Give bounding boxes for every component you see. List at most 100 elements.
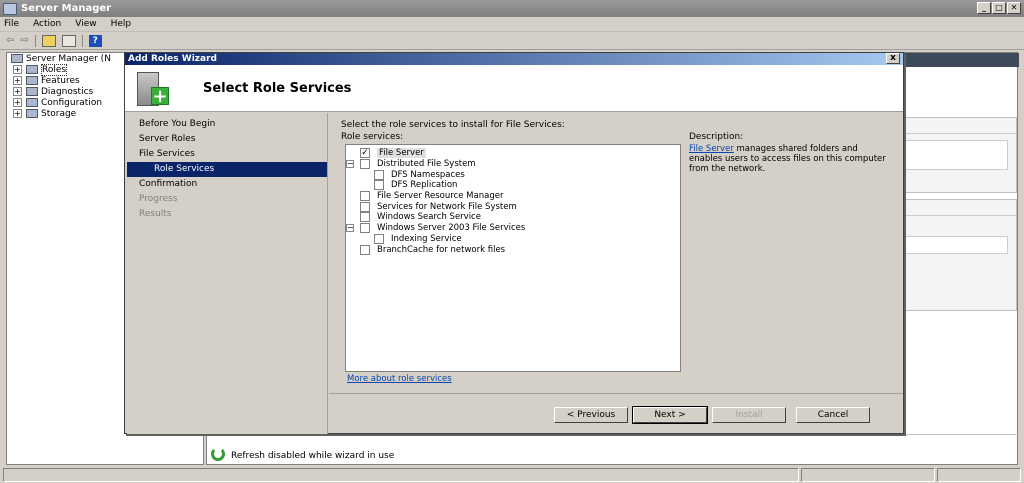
maximize-button[interactable]: □: [992, 2, 1006, 14]
description-text: File Server manages shared folders and e…: [689, 144, 889, 174]
status-bar: [0, 467, 1024, 483]
wizard-button-bar: < Previous Next > Install Cancel: [329, 393, 903, 433]
role-service-label: File Server Resource Manager: [377, 191, 504, 202]
role-service-indexing[interactable]: Indexing Service: [346, 233, 680, 245]
diagnostics-icon: [26, 87, 38, 96]
window-controls: _ □ ✕: [977, 2, 1021, 14]
expand-icon[interactable]: +: [13, 76, 22, 85]
role-service-label: Distributed File System: [377, 159, 476, 170]
toolbar-separator: [81, 34, 83, 47]
more-about-role-services-link[interactable]: More about role services: [347, 374, 452, 384]
wizard-close-button[interactable]: x: [886, 53, 900, 64]
wizard-titlebar: Add Roles Wizard x: [125, 53, 903, 65]
role-services-list: ✓ File Server − Distributed File System …: [345, 144, 681, 372]
wizard-header: + Select Role Services: [125, 65, 903, 112]
tree-root-label: Server Manager (N: [26, 53, 111, 64]
next-button[interactable]: Next >: [632, 406, 708, 424]
role-service-dfs-replication[interactable]: DFS Replication: [346, 180, 680, 191]
menu-help[interactable]: Help: [111, 19, 132, 29]
checkbox[interactable]: [360, 244, 370, 255]
role-service-label: File Server: [377, 148, 426, 159]
toolbar: ⇦ ⇨ ?: [0, 32, 1024, 50]
checkbox[interactable]: [360, 159, 370, 170]
checkbox[interactable]: [360, 201, 370, 212]
tree-item-label: Diagnostics: [41, 86, 94, 97]
wizard-content: Select the role services to install for …: [329, 113, 903, 393]
expand-icon[interactable]: +: [13, 98, 22, 107]
role-service-fsrm[interactable]: File Server Resource Manager: [346, 191, 680, 202]
server-manager-icon: [3, 2, 17, 15]
roles-icon: [26, 65, 38, 74]
expand-icon[interactable]: +: [13, 65, 22, 74]
role-service-label: Windows Search Service: [377, 212, 481, 223]
description-link[interactable]: File Server: [689, 144, 734, 154]
collapse-icon[interactable]: −: [346, 224, 354, 233]
checkbox[interactable]: [360, 191, 370, 202]
details-section-body: [904, 236, 1008, 254]
role-service-dfs[interactable]: − Distributed File System: [346, 159, 680, 170]
role-service-branchcache[interactable]: BranchCache for network files: [346, 244, 680, 255]
role-service-windows-search[interactable]: Windows Search Service: [346, 212, 680, 223]
server-icon: [11, 54, 23, 63]
menu-action[interactable]: Action: [33, 19, 61, 29]
instruction-text: Select the role services to install for …: [341, 120, 565, 130]
menu-view[interactable]: View: [75, 19, 96, 29]
minimize-button[interactable]: _: [977, 2, 991, 14]
window-titlebar: Server Manager _ □ ✕: [0, 0, 1024, 17]
step-before-you-begin[interactable]: Before You Begin: [127, 117, 327, 132]
checkbox[interactable]: [374, 233, 384, 244]
details-section-header: [900, 200, 1016, 216]
role-service-file-server[interactable]: ✓ File Server: [346, 148, 680, 159]
checkbox[interactable]: [374, 180, 384, 191]
details-header: [897, 53, 1019, 67]
menu-file[interactable]: File: [4, 19, 19, 29]
role-services-label: Role services:: [341, 132, 404, 142]
step-role-services[interactable]: Role Services: [127, 162, 327, 177]
close-button[interactable]: ✕: [1007, 2, 1021, 14]
role-service-label: DFS Namespaces: [391, 169, 465, 180]
tree-item-label: Storage: [41, 108, 77, 119]
up-folder-icon[interactable]: [41, 34, 56, 47]
role-service-ws2003-file-services[interactable]: − Windows Server 2003 File Services: [346, 223, 680, 234]
role-service-label: BranchCache for network files: [377, 244, 506, 255]
role-service-nfs[interactable]: Services for Network File System: [346, 201, 680, 212]
role-service-label: Windows Server 2003 File Services: [377, 223, 526, 234]
add-roles-wizard-dialog: Add Roles Wizard x + Select Role Service…: [124, 52, 904, 434]
checkbox[interactable]: [360, 223, 370, 234]
storage-icon: [26, 109, 38, 118]
collapse-icon[interactable]: −: [346, 160, 354, 169]
step-file-services[interactable]: File Services: [127, 147, 327, 162]
toolbar-separator: [34, 34, 36, 47]
help-icon[interactable]: ?: [88, 34, 102, 47]
install-button: Install: [712, 407, 786, 423]
step-server-roles[interactable]: Server Roles: [127, 132, 327, 147]
step-confirmation[interactable]: Confirmation: [127, 177, 327, 192]
checkbox[interactable]: [374, 169, 384, 180]
cancel-button[interactable]: Cancel: [796, 407, 870, 423]
expand-icon[interactable]: +: [13, 87, 22, 96]
tree-item-label: Configuration: [41, 97, 103, 108]
add-icon: +: [151, 86, 169, 107]
checkbox[interactable]: ✓: [360, 148, 370, 159]
show-hide-tree-icon[interactable]: [61, 34, 76, 47]
role-service-dfs-namespaces[interactable]: DFS Namespaces: [346, 169, 680, 180]
configuration-icon: [26, 98, 38, 107]
role-service-label: Indexing Service: [391, 233, 462, 244]
back-arrow-icon[interactable]: ⇦: [6, 34, 14, 47]
tree-item-label: Roles: [41, 63, 68, 76]
description-label: Description:: [689, 132, 744, 142]
features-icon: [26, 76, 38, 85]
details-section: [899, 117, 1017, 193]
refresh-icon: [211, 447, 225, 461]
previous-button[interactable]: < Previous: [554, 407, 628, 423]
step-progress: Progress: [139, 194, 178, 204]
wizard-steps: Before You Begin Server Roles File Servi…: [127, 113, 328, 434]
expand-icon[interactable]: +: [13, 109, 22, 118]
window-title: Server Manager: [21, 3, 112, 14]
refresh-status-text: Refresh disabled while wizard in use: [231, 451, 395, 461]
checkbox[interactable]: [360, 212, 370, 223]
details-section: [899, 199, 1017, 311]
tree-item-label: Features: [41, 75, 80, 86]
forward-arrow-icon[interactable]: ⇨: [20, 34, 28, 47]
role-service-label: Services for Network File System: [377, 201, 517, 212]
